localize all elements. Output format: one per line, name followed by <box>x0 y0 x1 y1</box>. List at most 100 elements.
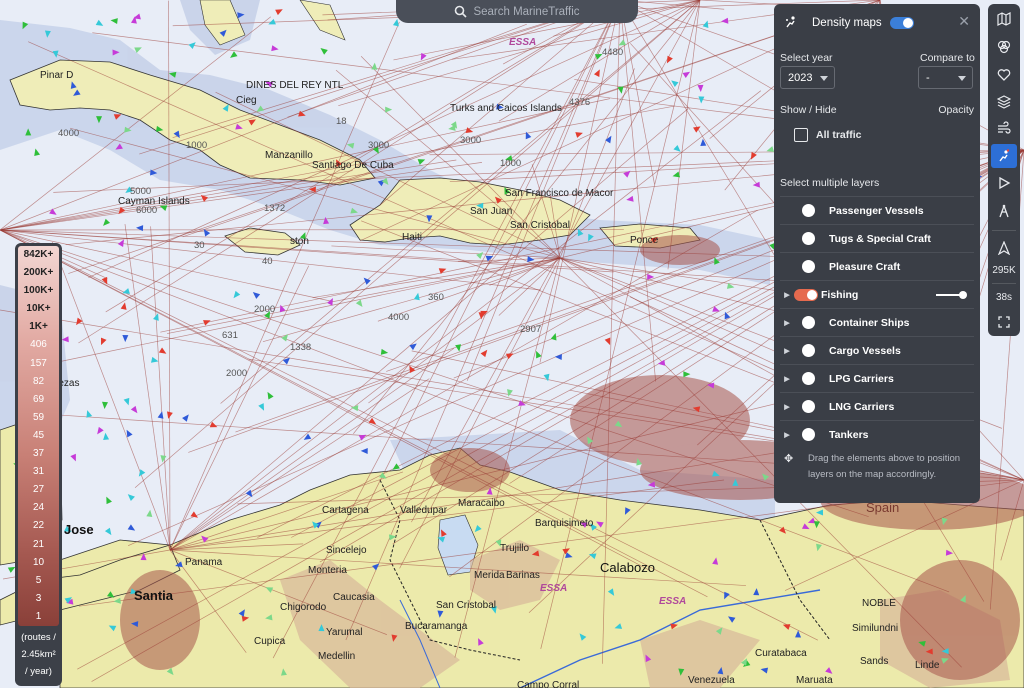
select-layers-label: Select multiple layers <box>780 177 880 189</box>
layer-label: LPG Carriers <box>829 372 894 385</box>
expand-icon[interactable]: ▶ <box>780 403 794 411</box>
place-label: Cupica <box>254 636 286 647</box>
place-label: Cieg <box>236 95 257 106</box>
layer-toggle[interactable] <box>802 316 815 329</box>
legend-level: 82 <box>32 375 45 387</box>
legend-level: 59 <box>32 411 45 423</box>
legend-level: 5 <box>35 574 42 586</box>
opacity-slider[interactable] <box>936 291 967 299</box>
refresh-time[interactable]: 38s <box>991 285 1017 309</box>
layer-label: Tugs & Special Craft <box>829 232 931 245</box>
map-icon[interactable] <box>991 7 1017 31</box>
layer-row[interactable]: Pleasure Craft <box>780 252 974 280</box>
place-label: Bucaramanga <box>405 621 468 632</box>
place-label: Trujillo <box>500 543 530 554</box>
search-icon <box>454 5 468 18</box>
place-label: Barinas <box>506 570 540 581</box>
layer-label: Tankers <box>829 428 869 441</box>
place-label-big: Calabozo <box>600 560 655 575</box>
place-label: Caucasia <box>333 592 375 603</box>
depth-label: 4000 <box>388 312 410 323</box>
search-bar[interactable]: Search MarineTraffic <box>396 0 638 23</box>
legend-level: 69 <box>32 393 45 405</box>
layer-toggle[interactable] <box>794 288 818 301</box>
layer-toggle[interactable] <box>802 400 815 413</box>
depth-label: 631 <box>222 330 238 341</box>
close-icon[interactable]: ✕ <box>958 13 970 30</box>
place-label: Turks and Caicos Islands <box>450 103 562 114</box>
essa-label: ESSA <box>540 583 568 594</box>
depth-label: 30 <box>194 240 205 251</box>
measure-icon[interactable] <box>991 199 1017 223</box>
place-label: Monteria <box>308 565 347 576</box>
expand-icon[interactable]: ▶ <box>780 319 794 327</box>
essa-label: ESSA <box>659 596 687 607</box>
right-toolbar: 295K 38s <box>988 4 1020 336</box>
chevron-down-icon <box>958 76 966 81</box>
filter-layers-icon[interactable] <box>991 35 1017 59</box>
layer-toggle[interactable] <box>802 428 815 441</box>
legend-level: 24 <box>32 502 45 514</box>
place-label: Ponce <box>630 235 659 246</box>
depth-label: 4376 <box>569 97 591 108</box>
legend-gradient: 842K+ 200K+ 100K+ 10K+ 1K+ 406 157 82 69 59 45 37 31… <box>18 246 59 626</box>
layer-toggle[interactable] <box>802 260 815 273</box>
depth-label: 3000 <box>368 140 390 151</box>
layer-label: Container Ships <box>829 316 910 329</box>
layer-row[interactable]: ▶ Cargo Vessels <box>780 336 974 364</box>
place-label: Valledupar <box>400 505 448 516</box>
layer-row[interactable]: Tugs & Special Craft <box>780 224 974 252</box>
weather-icon[interactable] <box>991 116 1017 140</box>
all-traffic-checkbox[interactable] <box>794 128 808 142</box>
layer-row[interactable]: ▶ Container Ships <box>780 308 974 336</box>
layer-toggle[interactable] <box>802 204 815 217</box>
layer-toggle[interactable] <box>802 372 815 385</box>
all-traffic-label: All traffic <box>816 129 862 141</box>
layer-row[interactable]: ▶ Tankers <box>780 420 974 448</box>
stack-layers-icon[interactable] <box>991 90 1017 114</box>
density-toggle[interactable] <box>889 17 914 29</box>
layer-row[interactable]: ▶ LPG Carriers <box>780 364 974 392</box>
vessel-count[interactable]: 295K <box>991 258 1017 282</box>
compare-select[interactable]: - <box>918 66 973 89</box>
expand-icon[interactable]: ▶ <box>780 291 794 299</box>
place-label: San Francisco de Macor <box>505 188 614 199</box>
depth-label: 2000 <box>226 368 248 379</box>
layer-toggle[interactable] <box>802 232 815 245</box>
expand-icon[interactable]: ▶ <box>780 431 794 439</box>
legend-level: 21 <box>32 538 45 550</box>
heart-icon[interactable] <box>991 63 1017 87</box>
depth-label: 4000 <box>58 128 80 139</box>
legend-level: 22 <box>32 520 45 532</box>
layer-row[interactable]: ▶ LNG Carriers <box>780 392 974 420</box>
drag-note-text: Drag the elements above to position laye… <box>808 453 961 480</box>
navigation-icon[interactable] <box>991 236 1017 260</box>
place-label: Curatabaca <box>755 648 807 659</box>
legend-level: 200K+ <box>23 267 54 279</box>
legend-level: 10 <box>32 556 45 568</box>
layer-label: LNG Carriers <box>829 400 895 413</box>
play-icon[interactable] <box>991 171 1017 195</box>
layer-toggle[interactable] <box>802 344 815 357</box>
depth-label: 3000 <box>460 135 482 146</box>
legend-level: 100K+ <box>23 285 54 297</box>
year-select[interactable]: 2023 <box>780 66 835 89</box>
fullscreen-icon[interactable] <box>991 310 1017 334</box>
depth-label: 6000 <box>136 205 158 216</box>
depth-label: 5000 <box>130 186 152 197</box>
place-label: NOBLE <box>862 598 896 609</box>
place-label: Maracaibo <box>458 498 505 509</box>
place-label: San Cristobal <box>436 600 497 611</box>
layer-label: Cargo Vessels <box>829 344 901 357</box>
expand-icon[interactable]: ▶ <box>780 375 794 383</box>
layer-row[interactable]: Passenger Vessels <box>780 196 974 224</box>
expand-icon[interactable]: ▶ <box>780 347 794 355</box>
density-icon[interactable] <box>991 144 1017 168</box>
place-label: ston <box>290 236 309 247</box>
legend-level: 37 <box>32 448 45 460</box>
depth-label: 2907 <box>520 324 542 335</box>
density-legend: 842K+ 200K+ 100K+ 10K+ 1K+ 406 157 82 69 59 45 37 31… <box>15 243 62 686</box>
legend-level: 157 <box>30 357 47 369</box>
essa-label: ESSA <box>509 37 537 48</box>
layer-row[interactable]: ▶ Fishing <box>780 280 974 308</box>
